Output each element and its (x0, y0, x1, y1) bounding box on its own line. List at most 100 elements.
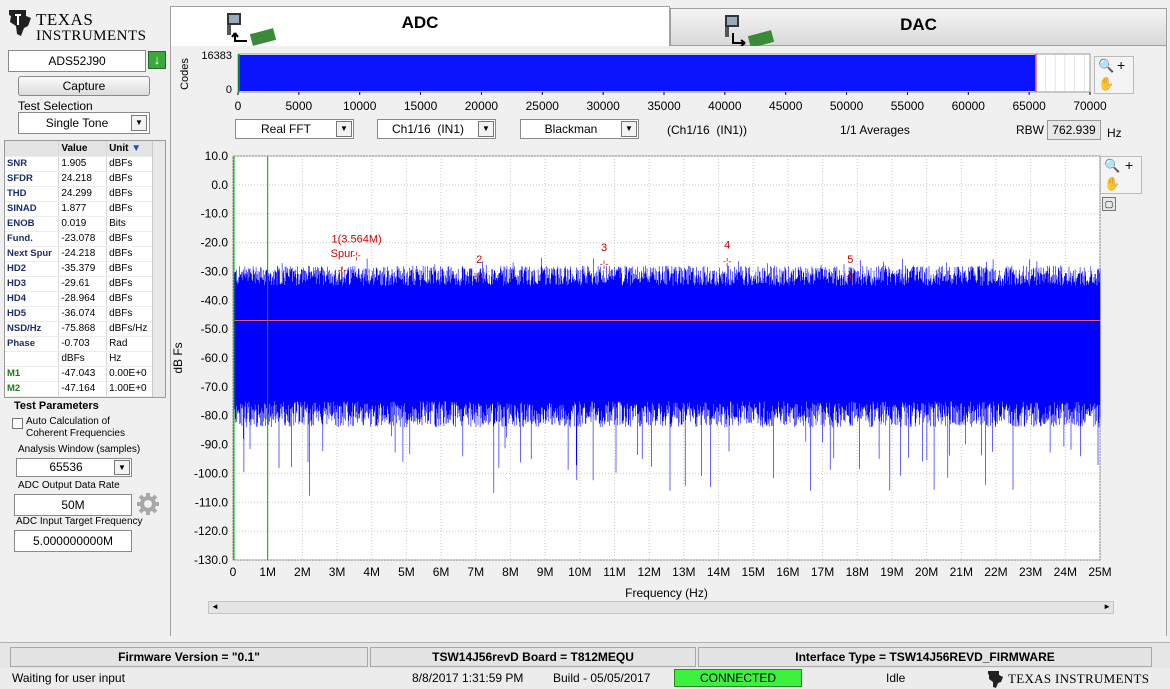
pan-hand-icon[interactable]: ✋ (1098, 76, 1114, 92)
header-blank (5, 141, 60, 157)
autoscale-icon[interactable]: ▢ (1102, 197, 1116, 211)
fft-ytick-label: -60.0 (201, 351, 229, 365)
harmonic-marker: -¦- (723, 256, 731, 266)
harmonic-label: Spur (331, 248, 355, 260)
window-function-value: Blackman (544, 122, 598, 136)
fft-xtick-label: 11M (603, 565, 625, 579)
fft-ytick-label: -120.0 (194, 524, 228, 538)
row-name: ENOB (5, 216, 60, 232)
crosshair-icon[interactable]: + (1125, 157, 1133, 173)
scroll-left-icon[interactable]: ◄ (211, 602, 219, 611)
fft-xtick-label: 16M (776, 565, 799, 579)
fft-xtick-label: 14M (707, 565, 730, 579)
fft-horizontal-scrollbar[interactable]: ◄ ► (208, 601, 1114, 614)
row-name: HD2 (5, 261, 60, 277)
row-value: -24.218 (58, 246, 108, 262)
row-unit: dBFs (106, 246, 153, 262)
crosshair-icon[interactable]: + (1117, 57, 1125, 73)
table-row: SINAD 1.877 dBFs (5, 201, 153, 217)
channel-dropdown[interactable]: Ch1/16 (IN1) ▼ (377, 119, 496, 139)
row-unit: Hz (106, 351, 153, 367)
measurement-rows: SNR 1.905 dBFs SFDR 24.218 dBFs THD 24.299 dBFs S… (5, 156, 153, 397)
zoom-icon[interactable]: 🔍 (1098, 58, 1114, 74)
table-row: HD4 -28.964 dBFs (5, 291, 153, 307)
table-row: HD3 -29.61 dBFs (5, 276, 153, 292)
status-bar-bottom: Waiting for user input 8/8/2017 1:31:59 … (0, 668, 1170, 689)
board-info: TSW14J56revD Board = T812MEQU (370, 647, 696, 667)
chevron-down-icon[interactable]: ▼ (131, 115, 147, 131)
fft-xlabel: Frequency (Hz) (625, 586, 708, 600)
tab-dac[interactable]: DAC (670, 8, 1167, 48)
chevron-down-icon[interactable]: ▼ (478, 121, 494, 137)
auto-calc-checkbox[interactable] (12, 418, 23, 429)
target-frequency-input[interactable]: 5.000000000M (14, 530, 132, 552)
time-xtick-label: 35000 (647, 99, 681, 113)
header-value: Value (58, 141, 108, 157)
fft-ytick-label: 10.0 (205, 149, 229, 163)
table-header: Value Unit ▼ (5, 141, 153, 157)
time-xtick-label: 45000 (769, 99, 803, 113)
interface-type: Interface Type = TSW14J56REVD_FIRMWARE (698, 647, 1152, 667)
test-selection-dropdown[interactable]: Single Tone ▼ (18, 112, 150, 134)
tab-adc-label: ADC (401, 13, 439, 32)
table-row: THD 24.299 dBFs (5, 186, 153, 202)
window-label: Analysis Window (samples) (18, 444, 141, 455)
row-unit: Rad (106, 336, 153, 352)
fft-xtick-label: 23M (1019, 565, 1042, 579)
row-value: -75.868 (58, 321, 108, 337)
row-name: M2 (5, 381, 60, 397)
time-ytick-label: 16383 (201, 50, 232, 62)
status-datetime: 8/8/2017 1:31:59 PM (412, 671, 524, 685)
header-unit-label: Unit (109, 142, 129, 154)
scroll-right-icon[interactable]: ► (1103, 602, 1111, 611)
row-name: HD4 (5, 291, 60, 307)
fft-xtick-label: 18M (846, 565, 869, 579)
table-row: NSD/Hz -75.868 dBFs/Hz (5, 321, 153, 337)
fft-ytick-label: -10.0 (201, 207, 229, 221)
zoom-icon[interactable]: 🔍 (1104, 158, 1120, 174)
row-unit: dBFs (106, 306, 153, 322)
fft-ytick-label: -40.0 (201, 293, 229, 307)
test-params-title: Test Parameters (14, 400, 99, 412)
firmware-version: Firmware Version = "0.1" (10, 647, 368, 667)
chevron-down-icon[interactable]: ▼ (336, 121, 352, 137)
header-unit[interactable]: Unit ▼ (106, 141, 153, 157)
time-xtick-label: 15000 (404, 99, 438, 113)
row-unit: dBFs (106, 186, 153, 202)
chevron-down-icon[interactable]: ▼ (114, 460, 130, 475)
chevron-down-icon[interactable]: ▼ (621, 121, 637, 137)
window-function-dropdown[interactable]: Blackman ▼ (520, 119, 639, 139)
device-select[interactable]: ADS52J90 (8, 50, 146, 72)
test-selection-label: Test Selection (18, 99, 93, 113)
row-value: -29.61 (58, 276, 108, 292)
analysis-window-dropdown[interactable]: 65536 ▼ (16, 458, 132, 477)
row-name (5, 351, 60, 367)
row-unit: 1.00E+0 (106, 381, 153, 397)
table-row: Fund. -23.078 dBFs (5, 231, 153, 247)
row-name: NSD/Hz (5, 321, 60, 337)
fft-xtick-label: 17M (811, 565, 834, 579)
data-rate-input[interactable]: 50M (14, 494, 132, 516)
row-unit: dBFs (106, 231, 153, 247)
left-panel: ADS52J90 ↓ Capture Test Selection Single… (2, 46, 168, 636)
pan-hand-icon[interactable]: ✋ (1104, 176, 1120, 192)
time-xtick-label: 65000 (1012, 99, 1046, 113)
row-name: Phase (5, 336, 60, 352)
download-arrow-icon[interactable]: ↓ (148, 51, 166, 69)
fft-xtick-label: 6M (433, 565, 450, 579)
time-signal-fill (238, 55, 1036, 91)
table-scrollbar[interactable] (152, 141, 165, 397)
fft-xtick-label: 12M (637, 565, 660, 579)
harmonic-marker: -¦- (338, 265, 346, 275)
fft-xtick-label: 0 (230, 565, 237, 579)
fft-type-dropdown[interactable]: Real FFT ▼ (235, 119, 354, 139)
capture-button[interactable]: Capture (18, 76, 150, 96)
row-name: SFDR (5, 171, 60, 187)
target-label: ADC Input Target Frequency (16, 516, 143, 527)
gear-icon[interactable] (136, 492, 160, 516)
time-xtick-label: 10000 (343, 99, 377, 113)
fft-xtick-label: 8M (502, 565, 519, 579)
harmonic-marker: -¦- (475, 271, 483, 281)
tab-adc[interactable]: ADC (170, 6, 670, 46)
averages-readout: 1/1 Averages (840, 123, 910, 137)
